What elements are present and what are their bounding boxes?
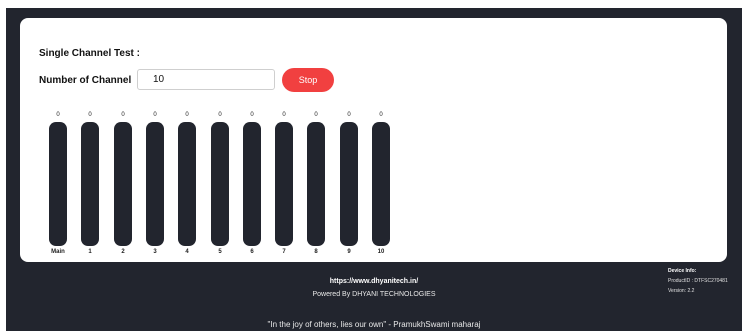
- channel-meter-bar: [307, 122, 325, 246]
- test-card: Single Channel Test : Number of Channel …: [20, 18, 727, 262]
- channel-value: 0: [379, 112, 383, 118]
- footer-powered-by: Powered By DHYANI TECHNOLOGIES: [312, 291, 436, 298]
- channel-label: 8: [314, 249, 318, 255]
- channel-meter-bar: [372, 122, 390, 246]
- device-info: Device Info: ProductID : DTFSC270481 Ver…: [668, 266, 744, 296]
- channel-label: 7: [282, 249, 286, 255]
- channel-value: 0: [314, 112, 318, 118]
- number-of-channel-input[interactable]: [137, 69, 275, 90]
- footer-quote: "In the joy of others, lies our own" - P…: [267, 320, 481, 329]
- channel-label: 6: [250, 249, 254, 255]
- channel-value: 0: [153, 112, 157, 118]
- channel-label: 2: [121, 249, 125, 255]
- channel-value: 0: [56, 112, 60, 118]
- channel-meter-bar: [178, 122, 196, 246]
- channel-label: 4: [185, 249, 189, 255]
- channel-value: 0: [250, 112, 254, 118]
- footer-url[interactable]: https://www.dhyanitech.in/: [6, 278, 742, 285]
- channel-value: 0: [185, 112, 189, 118]
- channel-value: 0: [88, 112, 92, 118]
- channel-meter-bar: [340, 122, 358, 246]
- channel-meter-bar: [81, 122, 99, 246]
- channel-label: Main: [51, 249, 65, 255]
- stop-button[interactable]: Stop: [282, 68, 334, 92]
- channel-meter-bar: [243, 122, 261, 246]
- device-product-id: ProductID : DTFSC270481: [668, 278, 728, 284]
- app-frame: Single Channel Test : Number of Channel …: [6, 8, 742, 331]
- channel-meter-bar: [114, 122, 132, 246]
- channel-value: 0: [347, 112, 351, 118]
- channel-meter-bar: [146, 122, 164, 246]
- channel-value: 0: [282, 112, 286, 118]
- channel-label: 3: [153, 249, 157, 255]
- channel-meter-bar: [275, 122, 293, 246]
- channel-value: 0: [218, 112, 222, 118]
- channel-meter-bar: [49, 122, 67, 246]
- channel-meter-bar: [211, 122, 229, 246]
- device-version: Version: 2.2: [668, 288, 695, 294]
- channel-label: 1: [88, 249, 92, 255]
- channel-label: 10: [377, 249, 385, 255]
- channel-label: 5: [218, 249, 222, 255]
- channel-value: 0: [121, 112, 125, 118]
- channel-label: 9: [347, 249, 351, 255]
- page-title: Single Channel Test :: [39, 48, 140, 59]
- device-info-heading: Device Info:: [668, 268, 697, 274]
- number-of-channel-label: Number of Channel: [39, 75, 132, 86]
